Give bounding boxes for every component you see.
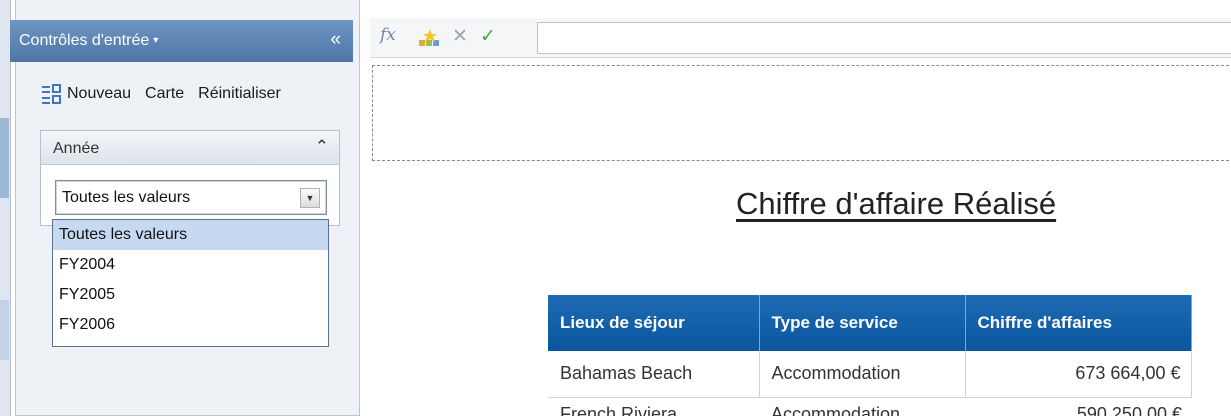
panel-header[interactable]: Contrôles d'entrée ▾ «: [10, 20, 353, 62]
map-button[interactable]: Carte: [145, 85, 184, 103]
table-cell[interactable]: 673 664,00 €: [965, 351, 1192, 398]
table-row-partial: French Riviera Accommodation 590 250,00 …: [548, 398, 1192, 416]
column-header[interactable]: Chiffre d'affaires: [965, 295, 1192, 351]
table-cell[interactable]: French Riviera: [560, 404, 677, 416]
empty-report-cell[interactable]: [372, 65, 1231, 161]
validate-formula-icon[interactable]: ✓: [480, 25, 496, 48]
dropdown-option[interactable]: FY2006: [53, 310, 328, 340]
double-chevron-up-icon[interactable]: ⌃: [315, 137, 329, 157]
formula-bar: fx ✕ ✓: [370, 18, 1231, 58]
collapse-panel-icon[interactable]: «: [330, 29, 341, 51]
select-value: Toutes les valeurs: [62, 189, 191, 206]
reset-button[interactable]: Réinitialiser: [198, 85, 281, 103]
dropdown-option[interactable]: Toutes les valeurs: [53, 220, 328, 250]
table-cell[interactable]: Bahamas Beach: [548, 351, 760, 398]
edge-tab: [0, 118, 9, 198]
reset-button-label: Réinitialiser: [198, 85, 281, 102]
dropdown-arrow-icon[interactable]: ▼: [300, 188, 320, 208]
year-dropdown-list: Toutes les valeurs FY2004 FY2005 FY2006: [52, 219, 329, 347]
dropdown-option[interactable]: FY2005: [53, 280, 328, 310]
formula-fx-icon[interactable]: fx: [380, 25, 396, 45]
column-header[interactable]: Lieux de séjour: [548, 295, 760, 351]
cancel-formula-icon[interactable]: ✕: [452, 25, 468, 48]
report-title: Chiffre d'affaire Réalisé: [736, 186, 1057, 221]
table-cell[interactable]: Accommodation: [759, 351, 966, 398]
map-button-label: Carte: [145, 85, 185, 102]
filter-header[interactable]: Année ⌃: [41, 131, 339, 165]
chevron-down-icon[interactable]: ▾: [153, 35, 158, 46]
new-control-icon: [42, 83, 62, 105]
revenue-table: Lieux de séjour Type de service Chiffre …: [548, 295, 1192, 398]
filter-label: Année: [53, 140, 100, 157]
window-edge: [0, 0, 11, 416]
new-button-label: Nouveau: [67, 85, 132, 102]
year-select[interactable]: Toutes les valeurs ▼: [55, 180, 327, 215]
table-row: Bahamas Beach Accommodation 673 664,00 €: [548, 351, 1192, 398]
panel-toolbar: Nouveau Carte Réinitialiser: [42, 78, 295, 110]
table-cell[interactable]: Accommodation: [771, 404, 900, 416]
formula-input[interactable]: [537, 22, 1231, 54]
panel-title[interactable]: Contrôles d'entrée ▾: [19, 32, 158, 50]
new-button[interactable]: Nouveau: [42, 83, 131, 105]
edge-tab: [0, 300, 9, 360]
dropdown-option[interactable]: FY2004: [53, 250, 328, 280]
table-header-row: Lieux de séjour Type de service Chiffre …: [548, 295, 1192, 351]
table-cell[interactable]: 590 250,00 €: [1077, 404, 1182, 416]
column-header[interactable]: Type de service: [759, 295, 966, 351]
formula-editor-icon[interactable]: [418, 27, 440, 49]
panel-title-label: Contrôles d'entrée: [19, 32, 150, 49]
